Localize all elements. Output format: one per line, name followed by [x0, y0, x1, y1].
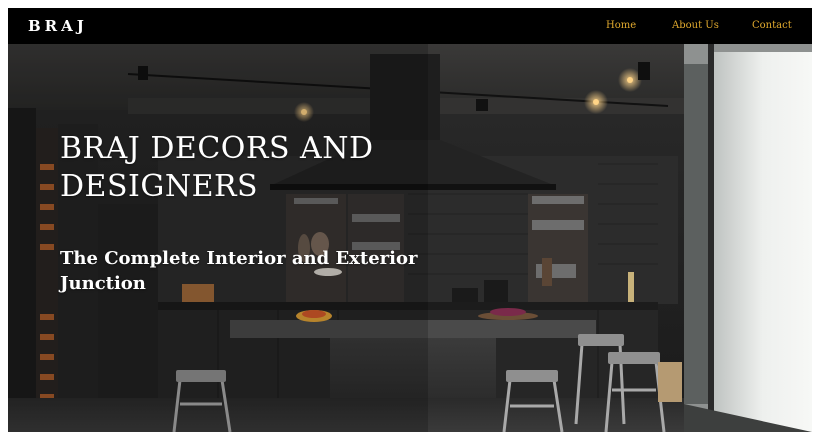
top-navbar: BRAJ Home About Us Contact	[8, 8, 812, 44]
nav-about-link[interactable]: About Us	[672, 20, 719, 31]
hero-background-image	[8, 44, 812, 432]
hero-subtitle: The Complete Interior and Exterior Junct…	[60, 248, 418, 294]
nav-home-link[interactable]: Home	[606, 20, 636, 31]
hero-title: BRAJ DECORS AND DESIGNERS	[60, 131, 374, 204]
brand-logo[interactable]: BRAJ	[28, 17, 88, 35]
page-frame: BRAJ Home About Us Contact BRAJ DECORS A…	[8, 8, 812, 432]
hero-section: BRAJ DECORS AND DESIGNERS The Complete I…	[8, 44, 812, 432]
nav-contact-link[interactable]: Contact	[752, 20, 792, 31]
